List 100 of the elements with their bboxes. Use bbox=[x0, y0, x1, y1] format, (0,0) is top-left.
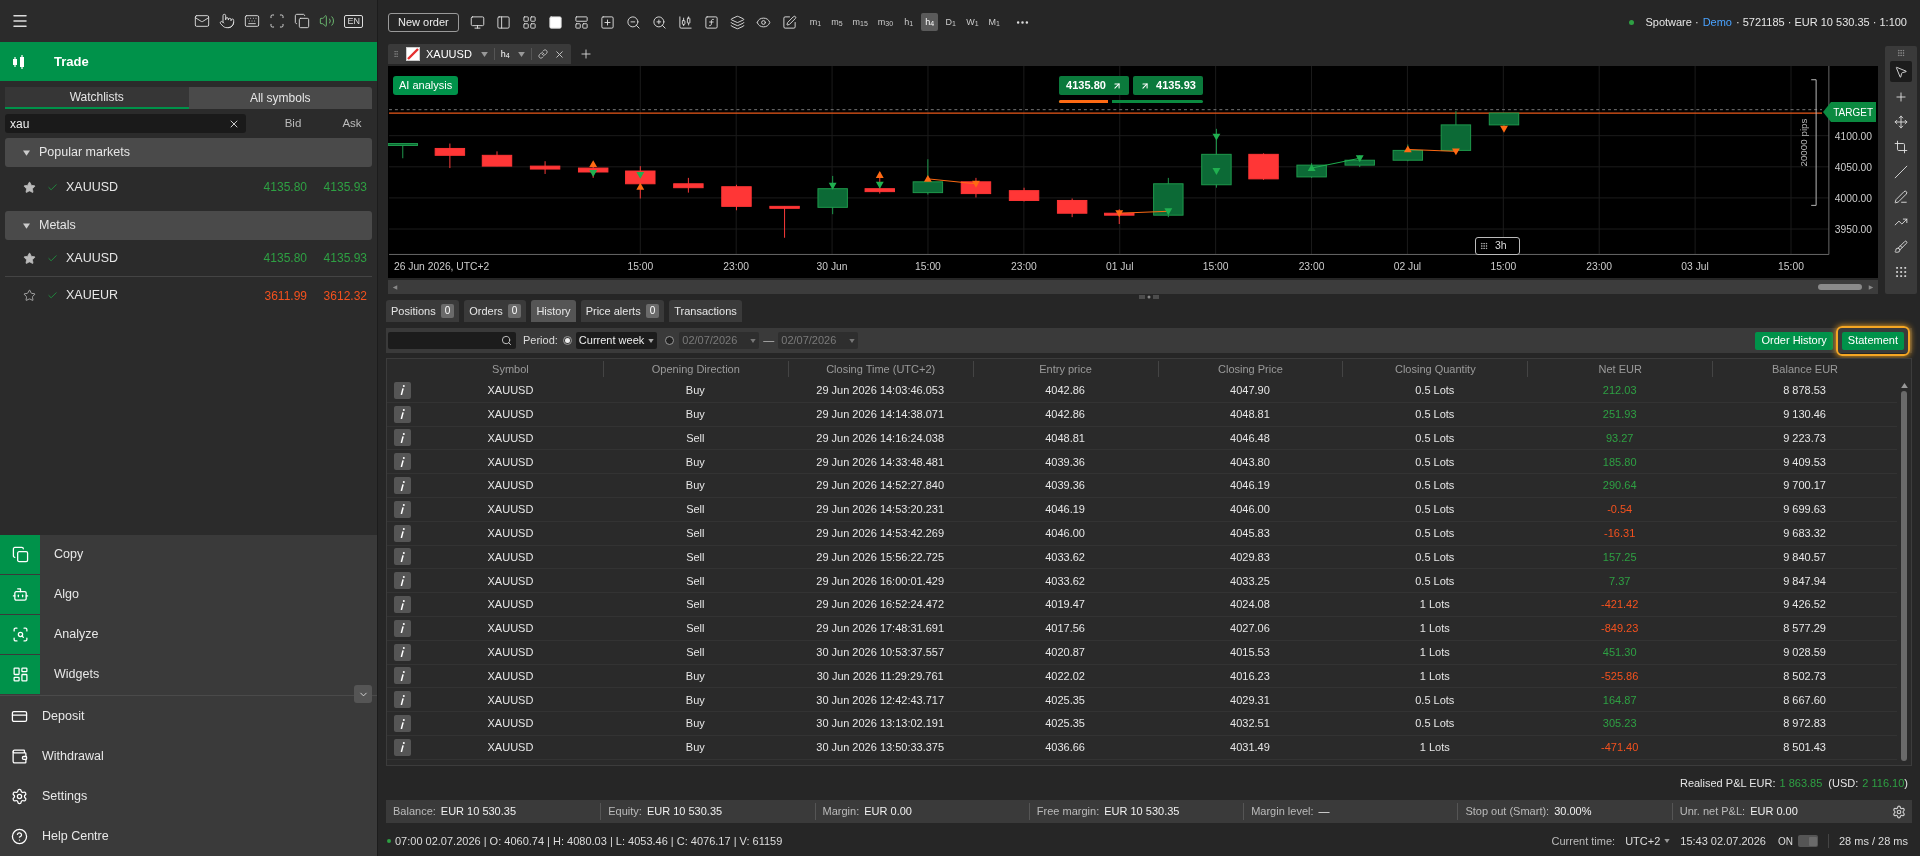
zoom-in-icon[interactable] bbox=[651, 14, 667, 30]
info-button[interactable] bbox=[394, 572, 411, 590]
info-button[interactable] bbox=[394, 500, 411, 518]
toggle-switch[interactable] bbox=[1797, 835, 1818, 847]
star-icon[interactable] bbox=[23, 289, 36, 302]
timeframe-button[interactable]: m$_{1}$ bbox=[806, 13, 825, 31]
info-button[interactable] bbox=[394, 643, 411, 661]
timeframe-button[interactable]: m$_{15}$ bbox=[849, 13, 871, 31]
watchlist-tab[interactable]: Watchlists bbox=[5, 87, 189, 109]
group-header[interactable]: Popular markets bbox=[5, 138, 372, 167]
column-header[interactable]: Net EUR bbox=[1527, 360, 1713, 378]
fullscreen-icon[interactable] bbox=[269, 13, 286, 29]
new-order-button[interactable]: New order bbox=[388, 12, 459, 32]
info-button[interactable] bbox=[394, 548, 411, 566]
symbol-name[interactable]: XAUEUR bbox=[66, 286, 119, 305]
scroll-thumb[interactable] bbox=[1901, 391, 1907, 761]
watchlist-tab[interactable]: All symbols bbox=[188, 87, 372, 109]
info-button[interactable] bbox=[394, 667, 411, 685]
column-header[interactable]: Entry price bbox=[972, 360, 1158, 378]
info-button[interactable] bbox=[394, 429, 411, 447]
column-header[interactable]: Balance EUR bbox=[1712, 360, 1897, 378]
star-icon[interactable] bbox=[23, 180, 36, 194]
info-button[interactable] bbox=[394, 691, 411, 709]
info-button[interactable] bbox=[394, 405, 411, 423]
sell-price-button[interactable]: 4135.80 bbox=[1059, 76, 1129, 95]
column-header[interactable]: Closing Price bbox=[1157, 360, 1343, 378]
info-button[interactable] bbox=[394, 381, 411, 399]
handle-icon[interactable] bbox=[1896, 49, 1906, 57]
timeframe-dropdown[interactable]: h$_{4}$ bbox=[500, 49, 525, 59]
link-icon[interactable] bbox=[537, 49, 548, 59]
info-icon bbox=[400, 551, 405, 562]
keyboard-icon[interactable] bbox=[244, 13, 261, 29]
panel-tab[interactable]: Transactions bbox=[669, 300, 742, 322]
panel-icon[interactable] bbox=[495, 14, 511, 30]
info-button[interactable] bbox=[394, 453, 411, 471]
action-button[interactable]: Statement bbox=[1841, 331, 1904, 350]
square-plus-icon[interactable] bbox=[599, 14, 615, 30]
timeframe-button[interactable]: h$_{1}$ bbox=[900, 13, 918, 31]
add-tab-icon[interactable] bbox=[578, 47, 593, 61]
hand-pointer-icon[interactable] bbox=[219, 13, 236, 29]
ai-analysis-button[interactable]: AI analysis bbox=[393, 76, 459, 95]
search-field[interactable]: xau bbox=[5, 114, 246, 133]
panel-tab[interactable]: History bbox=[531, 300, 576, 322]
panel-tab[interactable]: Price alerts 0 bbox=[580, 300, 665, 322]
symbol-name[interactable]: XAUUSD bbox=[66, 177, 119, 197]
scroll-thumb[interactable] bbox=[1818, 284, 1862, 290]
chart-scrollbar[interactable] bbox=[388, 280, 1878, 294]
table-cell-text: 1 Lots bbox=[1418, 740, 1451, 756]
mail-icon[interactable] bbox=[194, 13, 211, 29]
zoom-out-icon[interactable] bbox=[625, 14, 641, 30]
candlestick-icon[interactable] bbox=[677, 14, 693, 30]
speaker-icon[interactable] bbox=[319, 13, 336, 29]
info-button[interactable] bbox=[394, 619, 411, 637]
windows-icon[interactable] bbox=[294, 13, 311, 29]
cursor-icon[interactable] bbox=[1890, 61, 1912, 82]
eye-icon[interactable] bbox=[755, 14, 771, 30]
buy-price-button[interactable]: 4135.93 bbox=[1133, 76, 1203, 95]
column-header[interactable]: Closing Time (UTC+2) bbox=[787, 360, 973, 378]
monitor-icon[interactable] bbox=[469, 14, 485, 30]
function-icon[interactable] bbox=[703, 14, 719, 30]
layers-icon[interactable] bbox=[729, 14, 745, 30]
grid-icon[interactable] bbox=[521, 14, 537, 30]
close-icon[interactable] bbox=[553, 48, 565, 60]
info-button[interactable] bbox=[394, 596, 411, 614]
square-icon[interactable] bbox=[547, 14, 563, 30]
star-icon[interactable] bbox=[23, 251, 36, 265]
panel-tab[interactable]: Positions 0 bbox=[386, 300, 460, 322]
timeframe-button[interactable]: D$_{1}$ bbox=[942, 13, 960, 31]
radio-button[interactable] bbox=[665, 336, 675, 345]
column-header[interactable]: Closing Quantity bbox=[1342, 360, 1528, 378]
chart-tab[interactable]: XAUUSD h$_{4}$ bbox=[388, 44, 571, 64]
trade-marker bbox=[1212, 168, 1221, 175]
layout-icon[interactable] bbox=[573, 14, 589, 30]
symbol-dropdown[interactable]: XAUUSD bbox=[426, 45, 488, 63]
info-button[interactable] bbox=[394, 524, 411, 542]
chart-area[interactable]: 20000 pips 4100.00 4050.00 4000.00 3950.00 26 Jun 2026, UTC+2 15:00 23:00 30 Jun 15:00 23:00 01 Jul 15:00 23:00 02 Jul 15:00 23:00 03 Jul 15:00 AI analysis 4135.80 4135.93 TARGET 3h bbox=[388, 66, 1878, 278]
timeframe-button[interactable]: m$_{30}$ bbox=[874, 13, 897, 31]
edit-icon[interactable] bbox=[781, 14, 797, 30]
timezone-dropdown[interactable]: UTC+2 bbox=[1625, 832, 1671, 850]
column-header[interactable]: Symbol bbox=[418, 360, 603, 378]
info-button[interactable] bbox=[394, 715, 411, 733]
timeframe-button[interactable]: h$_{4}$ bbox=[921, 13, 939, 31]
timeframe-button[interactable]: M$_{1}$ bbox=[985, 13, 1003, 31]
timeframe-button[interactable]: m$_{5}$ bbox=[828, 13, 846, 31]
action-button[interactable]: Order History bbox=[1755, 331, 1833, 350]
search-field[interactable] bbox=[388, 332, 516, 349]
trade-tab[interactable]: Trade bbox=[0, 42, 377, 81]
group-header[interactable]: Metals bbox=[5, 211, 372, 240]
language-button[interactable]: EN bbox=[344, 14, 363, 28]
column-header[interactable]: Opening Direction bbox=[602, 360, 788, 378]
symbol-name[interactable]: XAUUSD bbox=[66, 248, 119, 268]
panel-tab[interactable]: Orders 0 bbox=[464, 300, 527, 322]
info-button[interactable] bbox=[394, 738, 411, 756]
period-dropdown[interactable]: Current week bbox=[575, 332, 658, 349]
settings-icon[interactable] bbox=[1892, 804, 1906, 819]
account-type: Demo bbox=[1702, 14, 1732, 30]
timeframe-button[interactable]: W$_{1}$ bbox=[963, 13, 982, 31]
info-button[interactable] bbox=[394, 477, 411, 495]
menu-icon[interactable] bbox=[11, 12, 29, 30]
table-cell-text: 29 Jun 2026 16:00:01.429 bbox=[815, 573, 946, 589]
